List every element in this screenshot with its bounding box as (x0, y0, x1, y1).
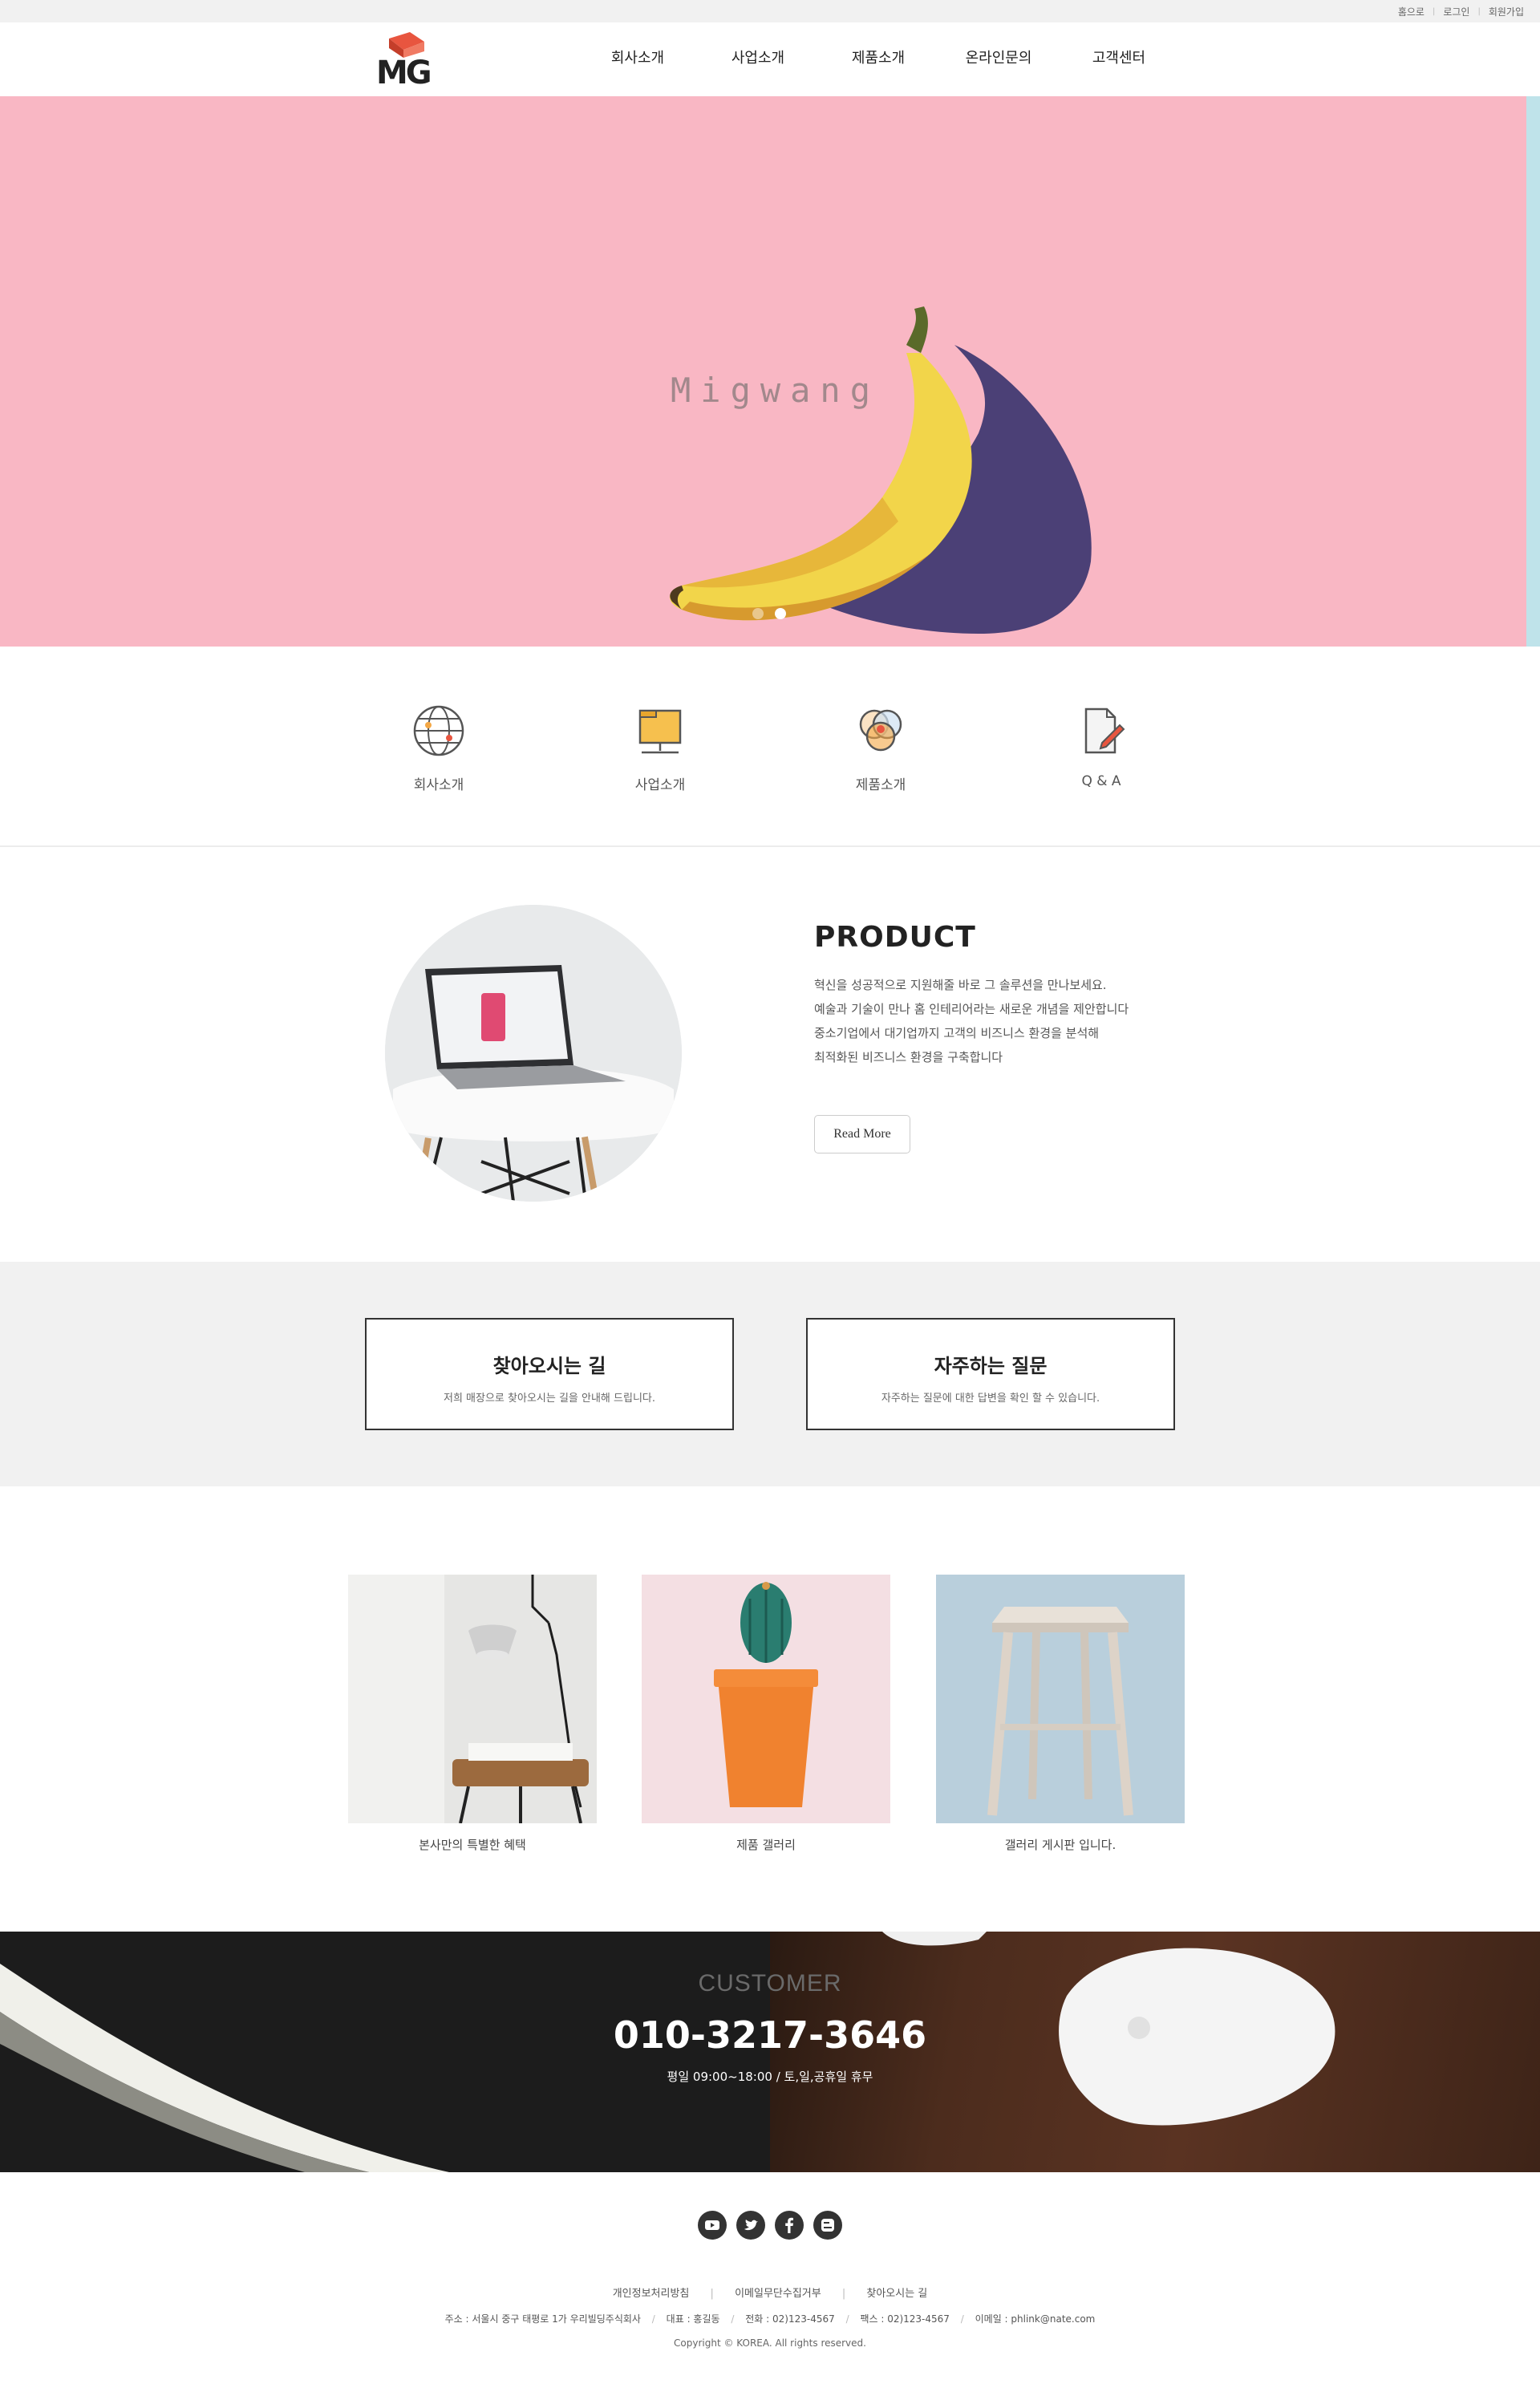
hero-brand-text: Migwang (671, 371, 881, 410)
next-slide-peek (1526, 96, 1540, 647)
facebook-icon[interactable] (775, 2211, 804, 2240)
globe-icon (413, 705, 464, 756)
slide-dot-2[interactable] (775, 608, 786, 619)
slide-dot-1[interactable] (752, 608, 764, 619)
stool-photo (936, 1575, 1185, 1823)
twitter-icon[interactable] (736, 2211, 765, 2240)
nav-inquiry[interactable]: 온라인문의 (938, 47, 1059, 67)
gallery-section: 본사만의 특별한 혜택 제품 갤러리 갤러리 게시판 입니다. (0, 1486, 1540, 1932)
directions-link[interactable]: 찾아오시는 길 (866, 2288, 927, 2300)
copyright: Copyright © KOREA. All rights reserved. (674, 2337, 866, 2349)
directions-title: 찾아오시는 길 (492, 1355, 606, 1377)
banana-image (670, 306, 1092, 634)
product-desc-line: 혁신을 성공적으로 지원해줄 바로 그 솔루션을 만나보세요. (814, 978, 1107, 992)
product-desc-line: 중소기업에서 대기업까지 고객의 비즈니스 환경을 분석해 (814, 1026, 1100, 1040)
email-text: 이메일 : phlink@nate.com (975, 2313, 1096, 2325)
nav-support[interactable]: 고객센터 (1059, 47, 1179, 67)
laptop-chair-image (385, 905, 682, 1202)
quick-label: 회사소개 (413, 777, 464, 793)
info-section: 찾아오시는 길 저희 매장으로 찾아오시는 길을 안내해 드립니다. 자주하는 … (0, 1262, 1540, 1486)
product-desc-line: 예술과 기술이 만나 홈 인테리어라는 새로운 개념을 제안합니다 (814, 1002, 1129, 1016)
ceo-text: 대표 : 홍길동 (666, 2313, 720, 2325)
gallery-card[interactable]: 갤러리 게시판 입니다. (936, 1575, 1185, 1853)
faq-text: 자주하는 질문에 대한 답변을 확인 할 수 있습니다. (881, 1393, 1100, 1405)
site-header: MG 회사소개 사업소개 제품소개 온라인문의 고객센터 (0, 22, 1540, 96)
site-logo[interactable]: MG (371, 30, 436, 91)
gallery-card[interactable]: 본사만의 특별한 혜택 (348, 1575, 597, 1853)
cactus-photo (642, 1575, 890, 1823)
gallery-caption: 제품 갤러리 (736, 1838, 796, 1852)
quick-item-business[interactable]: 사업소개 (588, 703, 732, 793)
product-title: PRODUCT (814, 921, 976, 954)
nav-business[interactable]: 사업소개 (698, 47, 818, 67)
read-more-button[interactable]: Read More (814, 1115, 910, 1153)
gallery-card[interactable]: 제품 갤러리 (642, 1575, 890, 1853)
site-footer: 개인정보처리방침 | 이메일무단수집거부 | 찾아오시는 길 주소 : 서울시 … (0, 2172, 1540, 2388)
product-section: PRODUCT 혁신을 성공적으로 지원해줄 바로 그 솔루션을 만나보세요. … (0, 849, 1540, 1262)
fax-text: 팩스 : 02)123-4567 (860, 2313, 950, 2325)
customer-label: CUSTOMER (698, 1970, 842, 1997)
divider: | (1477, 7, 1481, 16)
company-info: 주소 : 서울시 중구 태평로 1가 우리빌딩주식회사 / 대표 : 홍길동 /… (0, 2312, 1540, 2325)
divider: | (710, 2288, 714, 2300)
top-utility-bar: 홈으로 | 로그인 | 회원가입 (0, 0, 1540, 22)
social-links (698, 2211, 842, 2240)
tel-text: 전화 : 02)123-4567 (745, 2313, 835, 2325)
customer-hours: 평일 09:00~18:00 / 토,일,공휴일 휴무 (667, 2070, 873, 2084)
email-refusal-link[interactable]: 이메일무단수집거부 (735, 2288, 821, 2300)
folder-network-icon (638, 709, 682, 754)
document-pen-icon (1084, 707, 1125, 754)
divider: / (960, 2313, 964, 2325)
svg-text:MG: MG (376, 55, 430, 90)
privacy-policy-link[interactable]: 개인정보처리방침 (613, 2288, 690, 2300)
customer-banner: CUSTOMER 010-3217-3646 평일 09:00~18:00 / … (0, 1932, 1540, 2172)
footer-links: 개인정보처리방침 | 이메일무단수집거부 | 찾아오시는 길 (0, 2285, 1540, 2300)
nav-company[interactable]: 회사소개 (578, 47, 698, 67)
quick-label: 사업소개 (634, 777, 686, 793)
gallery-caption: 본사만의 특별한 혜택 (419, 1838, 526, 1852)
faq-box[interactable]: 자주하는 질문 자주하는 질문에 대한 답변을 확인 할 수 있습니다. (806, 1318, 1175, 1430)
utility-links: 홈으로 | 로그인 | 회원가입 (1398, 5, 1524, 18)
signup-link[interactable]: 회원가입 (1489, 5, 1524, 18)
blogger-icon[interactable] (813, 2211, 842, 2240)
hero-slider: Migwang (0, 96, 1540, 647)
product-image (385, 905, 682, 1202)
divider: | (841, 2288, 846, 2300)
login-link[interactable]: 로그인 (1443, 5, 1469, 18)
product-description: 혁신을 성공적으로 지원해줄 바로 그 솔루션을 만나보세요. 예술과 기술이 … (814, 973, 1129, 1069)
quick-item-products[interactable]: 제품소개 (808, 703, 953, 793)
nav-products[interactable]: 제품소개 (818, 47, 938, 67)
quick-item-company[interactable]: 회사소개 (367, 703, 511, 793)
divider: / (845, 2313, 849, 2325)
divider: / (651, 2313, 655, 2325)
logo-mark-icon: MG (376, 32, 432, 91)
slider-pagination (752, 608, 786, 619)
home-link[interactable]: 홈으로 (1398, 5, 1424, 18)
quick-item-qna[interactable]: Q & A (1029, 703, 1173, 789)
lamp-table-photo (348, 1575, 597, 1823)
gallery-caption: 갤러리 게시판 입니다. (1004, 1838, 1116, 1852)
directions-text: 저희 매장으로 찾아오시는 길을 안내해 드립니다. (444, 1393, 655, 1405)
customer-phone: 010-3217-3646 (613, 2013, 927, 2057)
faq-title: 자주하는 질문 (934, 1355, 1048, 1377)
venn-circles-icon (859, 709, 902, 752)
main-navigation: 회사소개 사업소개 제품소개 온라인문의 고객센터 (578, 47, 1179, 67)
product-desc-line: 최적화된 비즈니스 환경을 구축합니다 (814, 1050, 1003, 1064)
divider: | (1432, 7, 1436, 16)
quick-label: Q & A (1081, 773, 1121, 789)
divider: / (731, 2313, 735, 2325)
quick-menu: 회사소개 사업소개 제품소개 Q & A (0, 647, 1540, 847)
directions-box[interactable]: 찾아오시는 길 저희 매장으로 찾아오시는 길을 안내해 드립니다. (365, 1318, 734, 1430)
quick-label: 제품소개 (855, 777, 906, 793)
address-text: 주소 : 서울시 중구 태평로 1가 우리빌딩주식회사 (444, 2313, 641, 2325)
youtube-icon[interactable] (698, 2211, 727, 2240)
